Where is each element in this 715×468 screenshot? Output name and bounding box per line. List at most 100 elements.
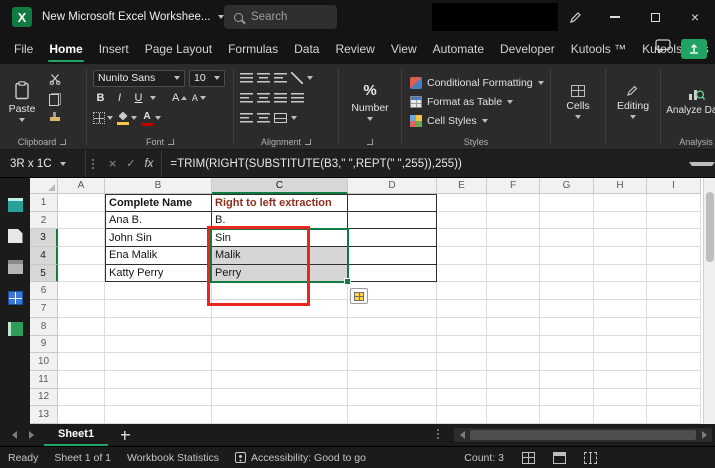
cell-A4[interactable]	[58, 247, 105, 265]
cell-A7[interactable]	[58, 300, 105, 318]
menu-tab-developer[interactable]: Developer	[492, 34, 563, 64]
cell-D12[interactable]	[348, 389, 437, 407]
pane-table-icon[interactable]	[8, 291, 23, 305]
cell-B9[interactable]	[105, 336, 212, 354]
workbook-statistics-button[interactable]: Workbook Statistics	[127, 452, 219, 464]
cell-C1[interactable]: Right to left extraction	[212, 194, 348, 212]
menu-tab-data[interactable]: Data	[286, 34, 327, 64]
cell-H5[interactable]	[594, 265, 647, 283]
cell-H7[interactable]	[594, 300, 647, 318]
cell-G5[interactable]	[540, 265, 594, 283]
cell-B10[interactable]	[105, 353, 212, 371]
cell-H6[interactable]	[594, 282, 647, 300]
font-color-button[interactable]: A	[141, 110, 161, 126]
analyze-data-button[interactable]: Analyze Data	[666, 86, 715, 117]
cell-F10[interactable]	[487, 353, 540, 371]
cell-E8[interactable]	[437, 318, 487, 336]
align-center-button[interactable]	[257, 93, 270, 103]
scroll-right-button[interactable]	[696, 428, 712, 442]
underline-chevron-icon[interactable]	[150, 96, 156, 100]
row-header-9[interactable]: 9	[30, 336, 58, 354]
column-header-D[interactable]: D	[348, 178, 437, 194]
number-dialog-launcher-icon[interactable]	[367, 139, 373, 145]
orientation-button[interactable]	[291, 72, 303, 84]
horizontal-scrollbar[interactable]	[454, 428, 712, 442]
cell-E5[interactable]	[437, 265, 487, 283]
format-as-table-button[interactable]: Format as Table	[404, 92, 548, 111]
cell-D13[interactable]	[348, 406, 437, 424]
row-header-10[interactable]: 10	[30, 353, 58, 371]
cell-H11[interactable]	[594, 371, 647, 389]
menu-tab-home[interactable]: Home	[41, 34, 90, 64]
cell-A8[interactable]	[58, 318, 105, 336]
cell-I12[interactable]	[647, 389, 701, 407]
column-header-G[interactable]: G	[540, 178, 594, 194]
cell-I6[interactable]	[647, 282, 701, 300]
column-header-F[interactable]: F	[487, 178, 540, 194]
align-bottom-button[interactable]	[274, 73, 287, 83]
cell-I11[interactable]	[647, 371, 701, 389]
cell-A13[interactable]	[58, 406, 105, 424]
cell-H10[interactable]	[594, 353, 647, 371]
cell-G13[interactable]	[540, 406, 594, 424]
cell-D1[interactable]	[348, 194, 437, 212]
cell-E3[interactable]	[437, 229, 487, 247]
formula-bar-drag-dots-icon[interactable]	[86, 159, 100, 169]
formula-input[interactable]: =TRIM(RIGHT(SUBSTITUTE(B3," ",REPT(" ",2…	[162, 158, 689, 170]
cut-button[interactable]	[44, 71, 66, 87]
merge-chevron-icon[interactable]	[291, 116, 297, 120]
row-header-13[interactable]: 13	[30, 406, 58, 424]
cell-G8[interactable]	[540, 318, 594, 336]
cell-E2[interactable]	[437, 212, 487, 230]
editing-button[interactable]: Editing	[617, 84, 649, 119]
cell-I10[interactable]	[647, 353, 701, 371]
cell-F9[interactable]	[487, 336, 540, 354]
cell-I5[interactable]	[647, 265, 701, 283]
select-all-button[interactable]	[30, 178, 58, 194]
cell-I3[interactable]	[647, 229, 701, 247]
cell-F5[interactable]	[487, 265, 540, 283]
copy-button[interactable]	[44, 91, 66, 107]
maximize-button[interactable]	[635, 0, 675, 34]
search-box[interactable]: Search	[224, 5, 337, 29]
cell-H4[interactable]	[594, 247, 647, 265]
row-header-3[interactable]: 3	[30, 229, 58, 247]
cell-I8[interactable]	[647, 318, 701, 336]
row-header-11[interactable]: 11	[30, 371, 58, 389]
cell-G9[interactable]	[540, 336, 594, 354]
number-format-button[interactable]: % Number	[351, 82, 388, 121]
decrease-indent-button[interactable]	[240, 113, 253, 123]
bold-button[interactable]: B	[93, 90, 108, 106]
shrink-font-button[interactable]: A	[191, 90, 206, 106]
menu-tab-formulas[interactable]: Formulas	[220, 34, 286, 64]
cell-G2[interactable]	[540, 212, 594, 230]
next-sheet-arrow-icon[interactable]	[29, 431, 34, 439]
sheetbar-dots-icon[interactable]	[431, 429, 445, 439]
merge-center-button[interactable]	[274, 113, 287, 123]
align-top-button[interactable]	[240, 73, 253, 83]
pane-printer-icon[interactable]	[8, 260, 23, 274]
cell-B2[interactable]: Ana B.	[105, 212, 212, 230]
cell-F11[interactable]	[487, 371, 540, 389]
cell-F13[interactable]	[487, 406, 540, 424]
cell-I13[interactable]	[647, 406, 701, 424]
cell-B3[interactable]: John Sin	[105, 229, 212, 247]
minimize-button[interactable]	[595, 0, 635, 34]
cell-D3[interactable]	[348, 229, 437, 247]
title-chevron-down-icon[interactable]	[218, 15, 224, 19]
name-box[interactable]: 3R x 1C	[0, 150, 86, 177]
menu-tab-kutools[interactable]: Kutools ™	[563, 34, 634, 64]
cell-E13[interactable]	[437, 406, 487, 424]
share-button[interactable]	[681, 39, 707, 59]
cell-I4[interactable]	[647, 247, 701, 265]
cell-A12[interactable]	[58, 389, 105, 407]
cell-B6[interactable]	[105, 282, 212, 300]
cell-H3[interactable]	[594, 229, 647, 247]
cell-G12[interactable]	[540, 389, 594, 407]
menu-tab-review[interactable]: Review	[327, 34, 382, 64]
row-header-2[interactable]: 2	[30, 212, 58, 230]
italic-button[interactable]: I	[112, 90, 127, 106]
cell-F2[interactable]	[487, 212, 540, 230]
cell-C13[interactable]	[212, 406, 348, 424]
align-right-button[interactable]	[274, 93, 287, 103]
